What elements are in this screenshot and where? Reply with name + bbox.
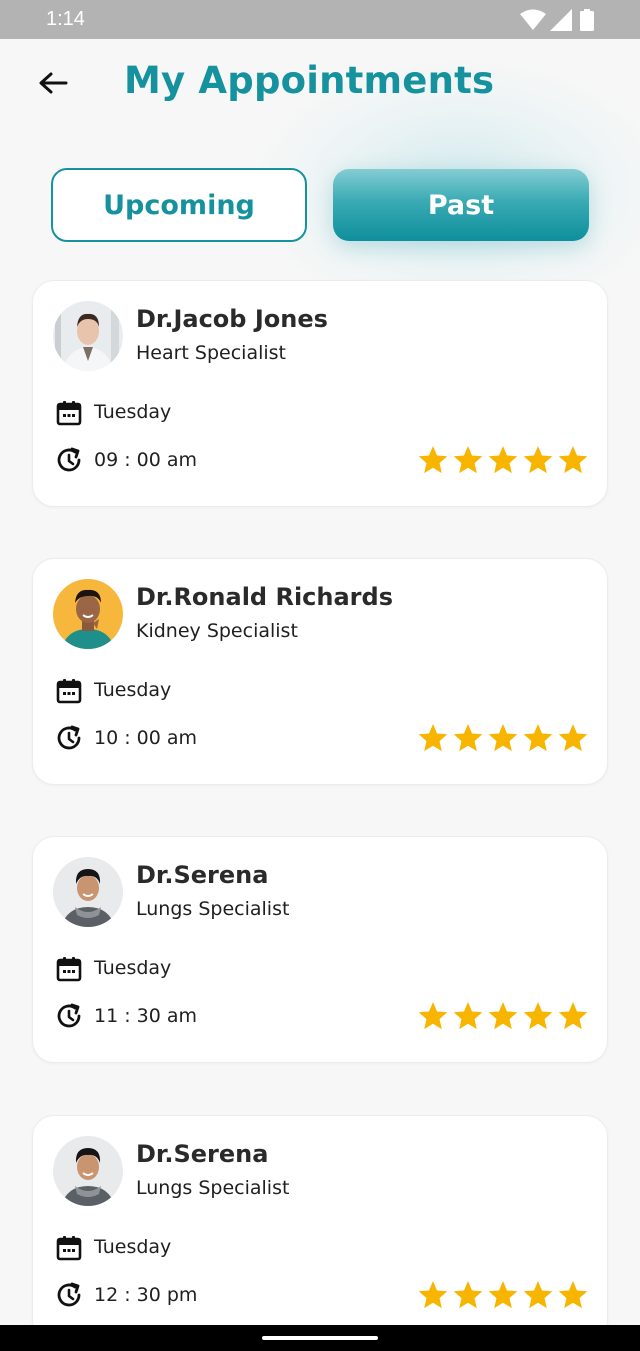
status-icons (520, 9, 596, 31)
signal-icon (550, 9, 572, 31)
star-icon (523, 446, 553, 474)
doctor-avatar (53, 857, 123, 927)
wifi-icon (520, 9, 546, 30)
clock-icon (57, 1003, 81, 1028)
appointment-time: 11 : 30 am (94, 1005, 198, 1027)
calendar-icon (56, 1236, 82, 1261)
star-icon (418, 724, 448, 752)
battery-icon (580, 9, 594, 31)
doctor-avatar (53, 301, 123, 371)
star-icon (558, 1002, 588, 1030)
status-bar: 1:14 (0, 0, 640, 39)
star-icon (523, 1002, 553, 1030)
appointment-time: 09 : 00 am (94, 449, 198, 471)
star-icon (558, 1281, 588, 1309)
star-icon (418, 1002, 448, 1030)
page-title: My Appointments (124, 59, 495, 102)
doctor-name: Dr.Jacob Jones (136, 305, 328, 333)
status-time: 1:14 (46, 8, 85, 30)
appointment-time: 10 : 00 am (94, 727, 198, 749)
app-screen: My Appointments Upcoming Past Dr.Jacob J… (0, 39, 640, 1325)
appointment-card[interactable]: Dr.Ronald Richards Kidney Specialist Tue… (32, 558, 608, 785)
clock-icon (57, 1282, 81, 1307)
star-icon (488, 1002, 518, 1030)
calendar-icon (56, 679, 82, 704)
doctor-name: Dr.Ronald Richards (136, 583, 393, 611)
doctor-specialty: Kidney Specialist (136, 620, 298, 642)
appointment-day: Tuesday (94, 401, 172, 423)
back-button[interactable] (36, 66, 70, 100)
star-icon (488, 446, 518, 474)
doctor-name: Dr.Serena (136, 861, 269, 889)
doctor-specialty: Lungs Specialist (136, 1177, 290, 1199)
star-icon (523, 1281, 553, 1309)
star-icon (488, 1281, 518, 1309)
tab-past[interactable]: Past (333, 169, 589, 241)
home-gesture-handle[interactable] (262, 1336, 378, 1340)
doctor-avatar (53, 1136, 123, 1206)
calendar-icon (56, 957, 82, 982)
star-icon (453, 446, 483, 474)
star-icon (418, 446, 448, 474)
star-icon (488, 724, 518, 752)
rating-stars (417, 1279, 589, 1311)
star-icon (418, 1281, 448, 1309)
clock-icon (57, 725, 81, 750)
star-icon (558, 446, 588, 474)
appointment-day: Tuesday (94, 1236, 172, 1258)
system-nav-bar (0, 1325, 640, 1351)
appointment-time: 12 : 30 pm (94, 1284, 198, 1306)
rating-stars (417, 722, 589, 754)
star-icon (523, 724, 553, 752)
calendar-icon (56, 401, 82, 426)
appointment-card[interactable]: Dr.Serena Lungs Specialist Tuesday 12 : … (32, 1115, 608, 1325)
doctor-avatar (53, 579, 123, 649)
star-icon (453, 1002, 483, 1030)
arrow-left-icon (39, 72, 68, 94)
star-icon (453, 1281, 483, 1309)
doctor-name: Dr.Serena (136, 1140, 269, 1168)
appointment-card[interactable]: Dr.Serena Lungs Specialist Tuesday 11 : … (32, 836, 608, 1063)
appointment-day: Tuesday (94, 957, 172, 979)
appointment-card[interactable]: Dr.Jacob Jones Heart Specialist Tuesday … (32, 280, 608, 507)
tab-upcoming[interactable]: Upcoming (51, 168, 307, 242)
doctor-specialty: Heart Specialist (136, 342, 287, 364)
rating-stars (417, 1000, 589, 1032)
rating-stars (417, 444, 589, 476)
star-icon (558, 724, 588, 752)
clock-icon (57, 447, 81, 472)
doctor-specialty: Lungs Specialist (136, 898, 290, 920)
appointment-day: Tuesday (94, 679, 172, 701)
star-icon (453, 724, 483, 752)
